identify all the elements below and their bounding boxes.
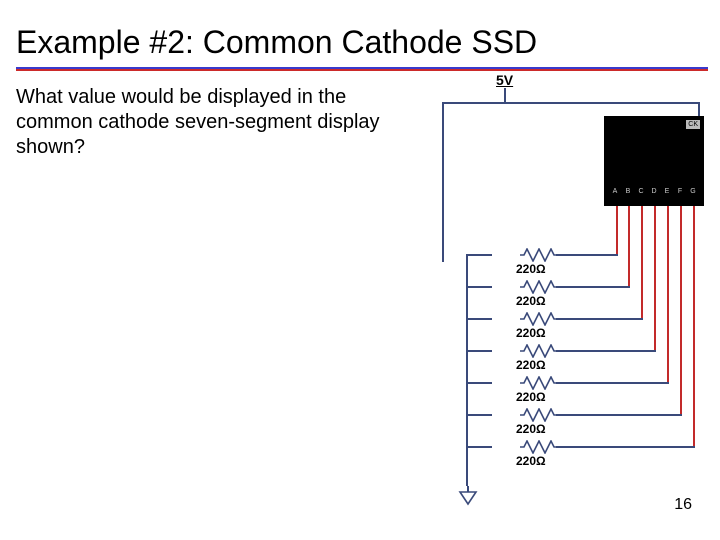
lead-f [680,206,682,414]
resistor-g-wire-l [466,446,492,448]
resistor-d-icon [520,344,556,358]
ground-icon [458,486,478,506]
resistor-b-icon [520,280,556,294]
resistor-a-label: 220Ω [516,262,546,276]
pin-c: C [636,188,646,195]
resistor-e-icon [520,376,556,390]
resistor-c-icon [520,312,556,326]
resistor-g-label: 220Ω [516,454,546,468]
lead-e [667,206,669,382]
resistor-b-label: 220Ω [516,294,546,308]
wire-top-rail [442,102,700,104]
pin-f: F [675,188,685,195]
pin-e: E [662,188,672,195]
resistor-c-wire-l [466,318,492,320]
resistor-b-wire-r [556,286,630,288]
page-number: 16 [674,496,692,514]
resistor-e-wire-l [466,382,492,384]
ssd-ck-label: CK [686,120,700,129]
ssd-box: CK A B C D E F G [604,116,704,206]
resistor-e-label: 220Ω [516,390,546,404]
circuit-diagram: 5V CK A B C D E F G [420,76,720,506]
resistor-d-label: 220Ω [516,358,546,372]
lead-g [693,206,695,446]
resistor-b-wire-l [466,286,492,288]
resistor-d-wire-l [466,350,492,352]
resistor-e-wire-r [556,382,669,384]
resistor-g-icon [520,440,556,454]
resistor-g-wire-r [556,446,695,448]
resistor-f-wire-r [556,414,682,416]
slide-title: Example #2: Common Cathode SSD [16,24,704,61]
resistor-a-icon [520,248,556,262]
wire-left-rail [442,102,444,262]
lead-d [654,206,656,350]
lead-c [641,206,643,318]
wire-common-bus [466,254,468,486]
resistor-f-wire-l [466,414,492,416]
slide-body-text: What value would be displayed in the com… [16,85,406,160]
slide: Example #2: Common Cathode SSD What valu… [0,0,720,540]
resistor-f-label: 220Ω [516,422,546,436]
pin-a: A [610,188,620,195]
resistor-f-icon [520,408,556,422]
resistor-c-wire-r [556,318,643,320]
resistor-c-label: 220Ω [516,326,546,340]
wire-supply-stub [504,88,506,102]
resistor-d-wire-r [556,350,656,352]
title-underline [16,67,708,71]
pin-g: G [688,188,698,195]
supply-label: 5V [496,72,513,88]
resistor-a-wire-r [556,254,618,256]
lead-a [616,206,618,254]
pin-b: B [623,188,633,195]
lead-b [628,206,630,286]
resistor-a-wire-l [466,254,492,256]
pin-d: D [649,188,659,195]
ssd-pin-labels: A B C D E F G [604,188,704,195]
